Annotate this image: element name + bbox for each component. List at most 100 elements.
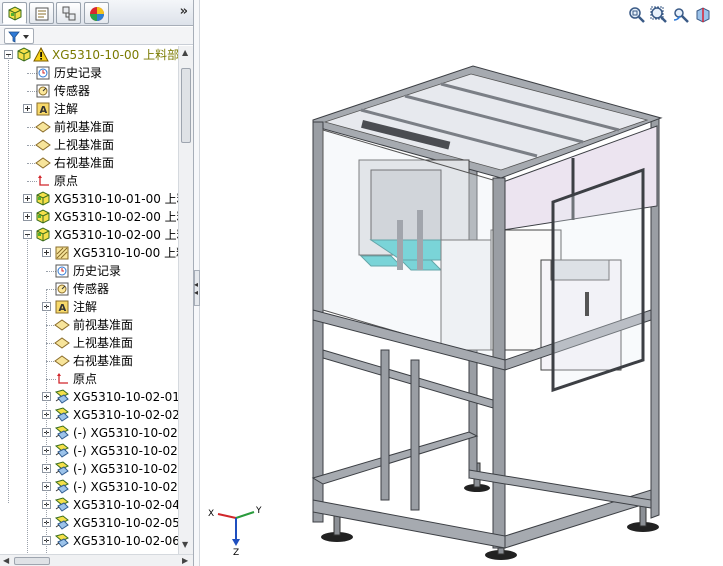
tree-item[interactable]: 上视基准面 [0,136,178,154]
tree-horizontal-scrollbar[interactable]: ◀ ▶ [0,554,193,566]
plane-icon [54,335,70,351]
scroll-left-arrow-icon[interactable]: ◀ [3,556,9,565]
origin-icon [54,371,70,387]
tab-property-manager[interactable] [29,2,54,24]
tree-item-label: 上视基准面 [54,138,115,152]
tree-item[interactable]: A 注解 [0,100,178,118]
tree-item-label: 上视基准面 [73,336,134,350]
tree-filter-bar [0,27,193,45]
tree-root-item[interactable]: XG5310-10-00 上料部装 [0,46,178,64]
tree-item-label: XG5310-10-02-01 上 [73,390,178,404]
triad-y-label: Y [255,506,262,516]
triad-x-label: X [208,509,214,519]
warning-icon [33,46,49,63]
tree-item[interactable]: 原点 [0,172,178,190]
sensor-icon [35,83,51,99]
feature-tree[interactable]: XG5310-10-00 上料部装 历史记录 传感器 A 注解 前视基准面 上视基准面 右视基… [0,46,178,554]
panel-splitter[interactable]: ◂ ◂ [194,0,200,566]
tree-item-label: (-) XG5310-10-02-03 [73,426,178,440]
tree-item-label: 前视基准面 [73,318,134,332]
feature-manager-panel: » XG5310-10-00 上料部装 历史记录 传感器 A 注解 前视基准面 上视基准面右… [0,0,194,566]
tree-item-label: 注解 [54,102,79,116]
subassembly-icon [54,533,70,549]
annotation-icon: A [35,101,51,117]
tree-item-label: XG5310-10-02-06 上 [73,534,178,548]
assembly-icon [35,191,51,207]
subassembly-icon [54,515,70,531]
tree-item-label: XG5310-10-02-04 上 [73,498,178,512]
configuration-manager-icon [62,6,76,21]
subassembly-icon [54,479,70,495]
scroll-right-arrow-icon[interactable]: ▶ [182,556,188,565]
triad-y-axis [235,511,255,519]
svg-text:A: A [59,303,67,314]
tree-item[interactable]: 历史记录 [0,64,178,82]
subassembly-icon [54,389,70,405]
property-manager-icon [35,7,49,21]
sensor-icon [54,281,70,297]
tree-item-label: (-) XG5310-10-02-03 [73,480,178,494]
history-icon [35,65,51,81]
plane-icon [35,155,51,171]
subassembly-icon [54,443,70,459]
expand-icon[interactable] [42,248,51,257]
subassembly-icon [54,425,70,441]
graphics-area[interactable]: X Y Z [201,0,723,566]
side-door [551,167,645,393]
filter-button[interactable] [4,28,34,44]
plane-icon [35,137,51,153]
expand-icon[interactable] [23,104,32,113]
assembly-3d-model[interactable] [301,60,681,560]
tree-item[interactable]: 前视基准面 [0,118,178,136]
panel-tab-strip: » [0,0,193,26]
collapse-chevron-icon: ◂ ◂ [194,280,199,297]
scroll-thumb[interactable] [181,68,191,143]
tree-item[interactable]: 传感器 [0,82,178,100]
tree-item-label: XG5310-10-01-00 上料框 [54,192,178,206]
origin-icon [35,173,51,189]
annotation-icon: A [54,299,70,315]
triad-z-label: Z [233,548,239,558]
tab-configuration-manager[interactable] [56,2,81,24]
tree-item-label: 右视基准面 [54,156,115,170]
plane-icon [54,353,70,369]
plane-icon [35,119,51,135]
orientation-triad: X Y Z [208,506,262,558]
expand-icon[interactable] [23,194,32,203]
scroll-up-arrow-icon[interactable]: ▲ [182,48,188,57]
subassembly-icon [54,461,70,477]
tree-item[interactable]: 右视基准面 [0,154,178,172]
zoom-to-fit-icon[interactable] [627,5,647,25]
tree-item-label: XG5310-10-02-05 上 [73,516,178,530]
triad-x-axis [217,513,237,519]
tree-item-label: XG5310-10-02-00 上料盒 [54,228,178,242]
tree-item[interactable]: XG5310-10-02-00 上料盒 [0,208,178,226]
svg-text:A: A [40,105,48,116]
section-view-icon[interactable] [693,5,713,25]
tree-item[interactable]: XG5310-10-01-00 上料框 [0,190,178,208]
history-icon [54,263,70,279]
subassembly-icon [54,497,70,513]
tab-display-manager[interactable] [84,2,109,24]
tree-item-label: 原点 [73,372,98,386]
tree-vertical-scrollbar[interactable]: ▲ ▼ [178,46,193,554]
scroll-down-arrow-icon[interactable]: ▼ [182,540,188,549]
tree-item-label: 注解 [73,300,98,314]
zoom-to-area-icon[interactable] [649,5,669,25]
expand-icon[interactable] [23,212,32,221]
tree-item-label: (-) XG5310-10-02-03 [73,462,178,476]
assembly-icon [35,227,51,243]
tab-feature-tree[interactable] [2,2,27,24]
tree-item-label: XG5310-10-02-00 上料盒 [54,210,178,224]
filter-icon [8,31,29,43]
tree-item-label: XG5310-10-02-02 上 [73,408,178,422]
previous-view-icon[interactable] [671,5,691,25]
display-manager-icon [90,7,104,21]
tree-item-label: 历史记录 [73,264,122,278]
plane-icon [54,317,70,333]
root-icon [16,47,32,63]
horizontal-scroll-thumb[interactable] [14,557,50,565]
collapse-panel-handle[interactable]: ◂ ◂ [194,270,200,306]
tree-item-label: (-) XG5310-10-02-03 [73,444,178,458]
more-tabs-chevron-icon[interactable]: » [180,4,188,19]
